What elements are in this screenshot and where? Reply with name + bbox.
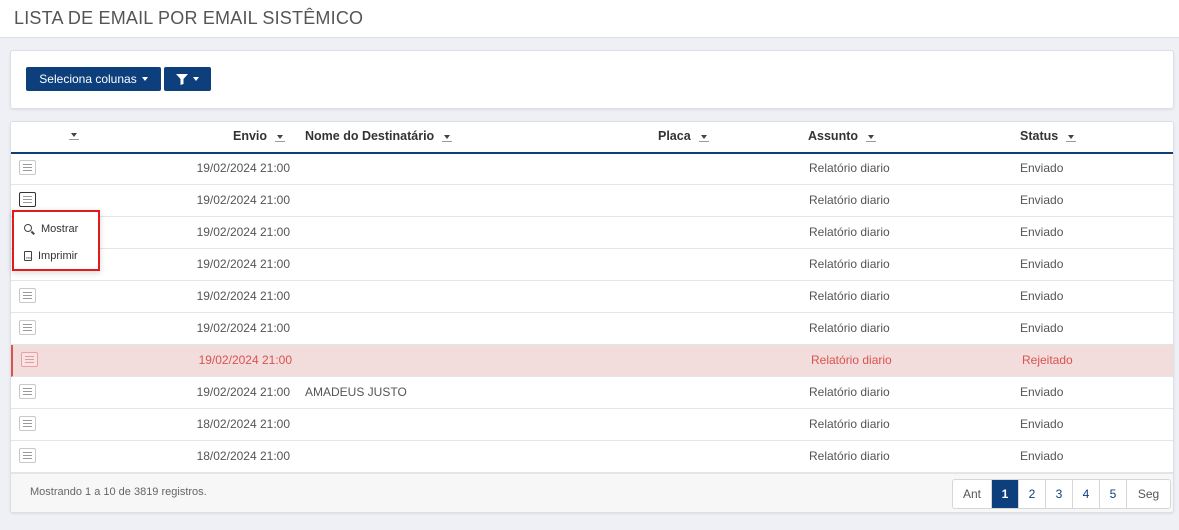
row-menu-icon[interactable] <box>19 320 36 335</box>
row-menu-icon[interactable] <box>19 160 36 175</box>
column-envio-header[interactable]: Envio <box>233 129 286 143</box>
cell-status: Enviado <box>1020 225 1064 239</box>
cell-envio: 19/02/2024 21:00 <box>196 225 290 239</box>
table-footer: Mostrando 1 a 10 de 3819 registros. Ant … <box>11 473 1173 512</box>
table-row: 19/02/2024 21:00 Relatório diario Enviado <box>11 153 1173 185</box>
column-placa-header[interactable]: Placa <box>658 129 709 143</box>
row-menu-icon[interactable] <box>19 288 36 303</box>
row-menu-icon[interactable] <box>21 352 38 367</box>
select-columns-button[interactable]: Seleciona colunas <box>26 67 161 91</box>
page-4-button[interactable]: 4 <box>1072 480 1099 508</box>
page-header: LISTA DE EMAIL POR EMAIL SISTÊMICO <box>0 0 1179 38</box>
column-nome-label: Nome do Destinatário <box>305 129 435 143</box>
cell-envio: 19/02/2024 21:00 <box>196 321 290 335</box>
page-1-button[interactable]: 1 <box>991 480 1018 508</box>
show-menu-label: Mostrar <box>41 223 79 235</box>
table-row: 19/02/2024 21:00 Relatório diario Enviado <box>11 217 1173 249</box>
cell-envio: 19/02/2024 21:00 <box>198 353 292 367</box>
sort-icon[interactable] <box>442 131 453 142</box>
table-row: 19/02/2024 21:00 Relatório diario Enviado <box>11 281 1173 313</box>
column-actions-header <box>69 129 79 140</box>
print-menu-label: Imprimir <box>38 250 78 262</box>
column-status-label: Status <box>1020 129 1059 143</box>
cell-status: Enviado <box>1020 257 1064 271</box>
pdf-file-icon <box>24 251 32 261</box>
records-info: Mostrando 1 a 10 de 3819 registros. <box>30 486 207 498</box>
search-icon <box>24 223 35 235</box>
page-5-button[interactable]: 5 <box>1099 480 1126 508</box>
prev-page-button[interactable]: Ant <box>953 480 991 508</box>
column-nome-header[interactable]: Nome do Destinatário <box>305 129 453 143</box>
next-page-button[interactable]: Seg <box>1126 480 1170 508</box>
table-row: 18/02/2024 21:00 Relatório diario Enviado <box>11 441 1173 473</box>
row-actions-menu: Mostrar Imprimir <box>12 210 100 271</box>
pagination: Ant 1 2 3 4 5 Seg <box>952 479 1171 509</box>
sort-icon[interactable] <box>866 131 876 142</box>
cell-status: Enviado <box>1020 289 1064 303</box>
cell-status: Rejeitado <box>1022 353 1073 367</box>
page-3-button[interactable]: 3 <box>1045 480 1072 508</box>
cell-envio: 19/02/2024 21:00 <box>196 161 290 175</box>
cell-status: Enviado <box>1020 449 1064 463</box>
cell-assunto: Relatório diario <box>811 353 892 367</box>
column-envio-label: Envio <box>233 129 268 143</box>
cell-assunto: Relatório diario <box>809 225 890 239</box>
table-row: 18/02/2024 21:00 Relatório diario Enviado <box>11 409 1173 441</box>
cell-nome: AMADEUS JUSTO <box>305 385 407 399</box>
cell-assunto: Relatório diario <box>809 289 890 303</box>
cell-status: Enviado <box>1020 385 1064 399</box>
sort-icon[interactable] <box>69 129 79 140</box>
table-row: 19/02/2024 21:00 Relatório diario Enviado <box>11 249 1173 281</box>
cell-assunto: Relatório diario <box>809 321 890 335</box>
cell-assunto: Relatório diario <box>809 257 890 271</box>
row-menu-icon[interactable] <box>19 192 36 207</box>
cell-envio: 19/02/2024 21:00 <box>196 257 290 271</box>
sort-icon[interactable] <box>1066 131 1077 142</box>
column-assunto-header[interactable]: Assunto <box>808 129 876 143</box>
cell-envio: 19/02/2024 21:00 <box>196 193 290 207</box>
cell-assunto: Relatório diario <box>809 385 890 399</box>
table-row: 19/02/2024 21:00 Relatório diario Enviado <box>11 313 1173 345</box>
select-columns-label: Seleciona colunas <box>39 72 137 86</box>
cell-envio: 19/02/2024 21:00 <box>196 385 290 399</box>
sort-icon[interactable] <box>275 131 286 142</box>
page-2-button[interactable]: 2 <box>1018 480 1045 508</box>
cell-status: Enviado <box>1020 161 1064 175</box>
table-header: Envio Nome do Destinatário Placa Assunto… <box>11 122 1173 154</box>
chevron-down-icon <box>141 77 148 81</box>
column-status-header[interactable]: Status <box>1020 129 1077 143</box>
cell-envio: 18/02/2024 21:00 <box>196 417 290 431</box>
column-assunto-label: Assunto <box>808 129 858 143</box>
table-row: 19/02/2024 21:00 Relatório diario Rejeitad… <box>11 345 1173 377</box>
cell-status: Enviado <box>1020 321 1064 335</box>
column-placa-label: Placa <box>658 129 691 143</box>
table-row: 19/02/2024 21:00 AMADEUS JUSTO Relatório d… <box>11 377 1173 409</box>
show-menu-item[interactable]: Mostrar <box>24 223 78 235</box>
email-table: Envio Nome do Destinatário Placa Assunto… <box>10 121 1174 513</box>
cell-status: Enviado <box>1020 193 1064 207</box>
toolbar-panel: Seleciona colunas <box>10 50 1174 109</box>
chevron-down-icon <box>193 77 199 81</box>
cell-envio: 18/02/2024 21:00 <box>196 449 290 463</box>
cell-assunto: Relatório diario <box>809 161 890 175</box>
row-menu-icon[interactable] <box>19 448 36 463</box>
cell-envio: 19/02/2024 21:00 <box>196 289 290 303</box>
row-menu-icon[interactable] <box>19 416 36 431</box>
row-menu-icon[interactable] <box>19 384 36 399</box>
cell-status: Enviado <box>1020 417 1064 431</box>
cell-assunto: Relatório diario <box>809 193 890 207</box>
table-row: 19/02/2024 21:00 Relatório diario Enviado <box>11 185 1173 217</box>
page-title: LISTA DE EMAIL POR EMAIL SISTÊMICO <box>14 8 364 28</box>
cell-assunto: Relatório diario <box>809 417 890 431</box>
print-menu-item[interactable]: Imprimir <box>24 250 78 262</box>
cell-assunto: Relatório diario <box>809 449 890 463</box>
sort-icon[interactable] <box>698 131 709 142</box>
filter-icon <box>176 73 188 85</box>
filter-button[interactable] <box>164 67 211 91</box>
